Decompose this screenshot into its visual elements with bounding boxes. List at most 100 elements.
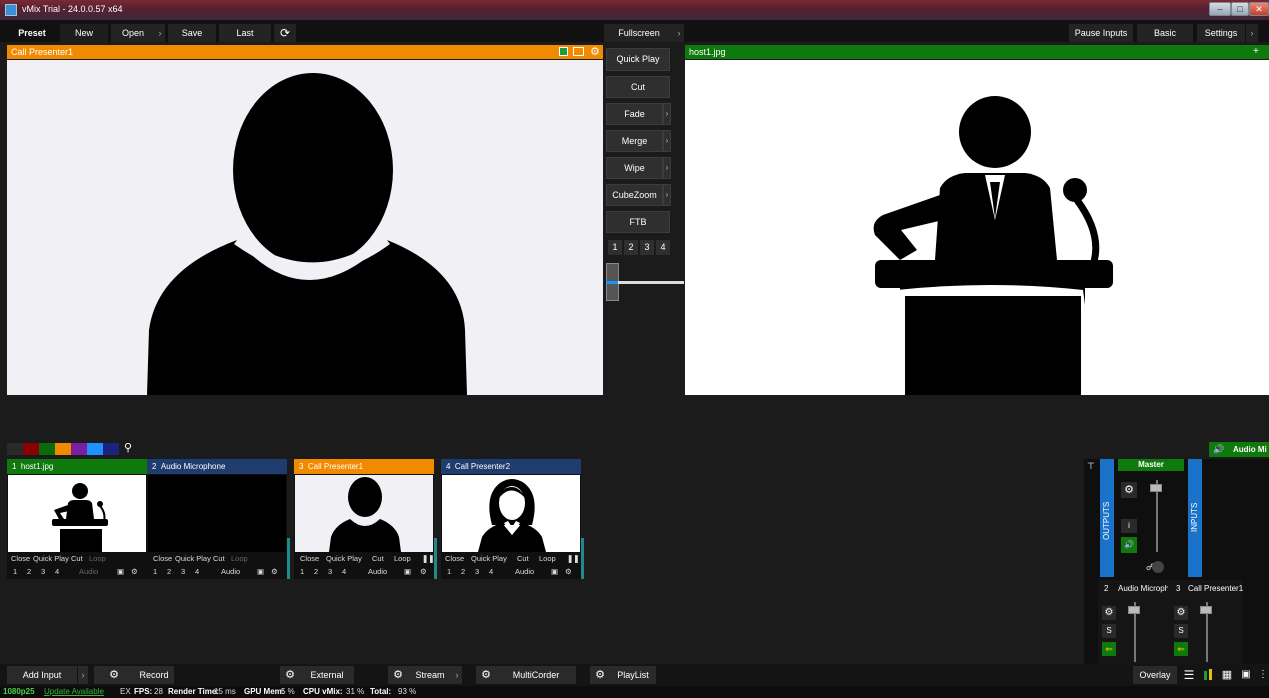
more-icon[interactable]: ⋮ — [1257, 666, 1269, 684]
input-card-2[interactable]: 2 Audio Microphone Close Quick Play Cut … — [147, 459, 287, 579]
audio-mixer-tab[interactable]: 🔊 Audio Mi — [1209, 442, 1269, 457]
speaker-icon[interactable]: 🔊 — [1121, 537, 1137, 553]
cut-button[interactable]: Cut — [71, 554, 83, 563]
transition-1-button[interactable]: 1 — [608, 240, 622, 255]
quick-play-button[interactable]: Quick Play — [175, 554, 211, 563]
output-panel[interactable] — [685, 60, 1269, 395]
audio-button[interactable]: Audio — [368, 567, 387, 576]
overlay-3-button[interactable]: 3 — [41, 567, 45, 576]
save-button[interactable]: Save — [168, 24, 216, 42]
fade-dropdown-icon[interactable]: › — [663, 103, 671, 125]
preset-button[interactable]: Preset — [7, 24, 57, 42]
search-icon[interactable]: ⚲ — [124, 441, 132, 454]
overlay-2-button[interactable]: 2 — [167, 567, 171, 576]
monitor-icon[interactable]: ▣ — [257, 567, 264, 576]
gear-icon[interactable]: ⚙ — [1174, 606, 1188, 620]
overlay-4-button[interactable]: 4 — [342, 567, 346, 576]
input-thumbnail[interactable] — [295, 475, 433, 552]
close-button[interactable]: ✕ — [1249, 2, 1269, 16]
playlist-settings-gear-icon[interactable]: ⚙ — [590, 666, 610, 684]
playlist-button[interactable]: PlayList — [610, 666, 656, 684]
overlay-1-button[interactable]: 1 — [153, 567, 157, 576]
audio-button[interactable]: Audio — [221, 567, 240, 576]
overlay-4-button[interactable]: 4 — [489, 567, 493, 576]
transition-2-button[interactable]: 2 — [624, 240, 638, 255]
swatch-blue[interactable] — [87, 443, 103, 455]
info-button[interactable]: i — [1121, 519, 1137, 533]
stream-button[interactable]: Stream — [408, 666, 452, 684]
record-settings-gear-icon[interactable]: ⚙ — [94, 666, 134, 684]
pause-icon[interactable]: ❚❚ — [567, 554, 580, 563]
overlay-4-button[interactable]: 4 — [195, 567, 199, 576]
layer-icon[interactable] — [573, 47, 584, 56]
overlay-2-button[interactable]: 2 — [314, 567, 318, 576]
channel-fader-handle[interactable] — [1128, 606, 1140, 614]
fullscreen-dropdown-icon[interactable]: › — [674, 24, 684, 42]
external-button[interactable]: External — [300, 666, 354, 684]
close-button[interactable]: Close — [153, 554, 172, 563]
channel-fader-handle[interactable] — [1200, 606, 1212, 614]
loop-button[interactable]: Loop — [89, 554, 106, 563]
monitor-icon[interactable]: ▣ — [551, 567, 558, 576]
cubezoom-dropdown-icon[interactable]: › — [663, 184, 671, 206]
overlay-2-button[interactable]: 2 — [461, 567, 465, 576]
cut-button[interactable]: Cut — [213, 554, 225, 563]
transition-4-button[interactable]: 4 — [656, 240, 670, 255]
route-icon[interactable]: ⇐ — [1174, 642, 1188, 656]
monitor-icon[interactable]: ▣ — [404, 567, 411, 576]
overlay-1-button[interactable]: 1 — [300, 567, 304, 576]
cut-button[interactable]: Cut — [517, 554, 529, 563]
audio-button[interactable]: Audio — [515, 567, 534, 576]
color-key-icon[interactable] — [559, 47, 568, 56]
external-settings-gear-icon[interactable]: ⚙ — [280, 666, 300, 684]
add-input-dropdown-icon[interactable]: › — [78, 666, 88, 684]
loop-button[interactable]: Loop — [394, 554, 411, 563]
cubezoom-button[interactable]: CubeZoom — [606, 184, 663, 206]
last-button[interactable]: Last — [219, 24, 271, 42]
quick-play-button[interactable]: Quick Play — [471, 554, 507, 563]
refresh-icon[interactable]: ⟳ — [274, 24, 296, 42]
gear-icon[interactable]: ⚙ — [131, 567, 138, 576]
open-button[interactable]: Open — [111, 24, 155, 42]
input-card-4[interactable]: 4 Call Presenter2 Close Quick Play Cut L… — [441, 459, 581, 579]
input-card-3[interactable]: 3 Call Presenter1 Close Quick Play Cut L… — [294, 459, 435, 579]
stream-settings-gear-icon[interactable]: ⚙ — [388, 666, 408, 684]
audio-meter-icon[interactable] — [1200, 666, 1216, 684]
settings-dropdown-icon[interactable]: › — [1246, 24, 1258, 42]
overlay-1-button[interactable]: 1 — [13, 567, 17, 576]
pause-inputs-button[interactable]: Pause Inputs — [1069, 24, 1133, 42]
overlay-3-button[interactable]: 3 — [475, 567, 479, 576]
add-input-button[interactable]: Add Input — [7, 666, 77, 684]
overlay-3-button[interactable]: 3 — [328, 567, 332, 576]
swatch-purple[interactable] — [71, 443, 87, 455]
grid-view-icon[interactable]: ▦ — [1219, 666, 1235, 684]
gear-icon[interactable]: ⚙ — [420, 567, 427, 576]
quick-play-button[interactable]: Quick Play — [606, 48, 670, 71]
merge-button[interactable]: Merge — [606, 130, 663, 152]
close-button[interactable]: Close — [445, 554, 464, 563]
minimize-button[interactable]: – — [1209, 2, 1231, 16]
swatch-none[interactable] — [7, 443, 23, 455]
preview-panel[interactable] — [7, 60, 603, 395]
overlay-2-button[interactable]: 2 — [27, 567, 31, 576]
volume-knob[interactable] — [1152, 561, 1164, 573]
wipe-dropdown-icon[interactable]: › — [663, 157, 671, 179]
pin-icon[interactable]: ⊤ — [1087, 461, 1095, 472]
input-thumbnail[interactable] — [442, 475, 580, 552]
quick-play-button[interactable]: Quick Play — [33, 554, 69, 563]
master-fader-handle[interactable] — [1150, 484, 1162, 492]
merge-dropdown-icon[interactable]: › — [663, 130, 671, 152]
swatch-green[interactable] — [39, 443, 55, 455]
audio-button[interactable]: Audio — [79, 567, 98, 576]
fade-button[interactable]: Fade — [606, 103, 663, 125]
ftb-button[interactable]: FTB — [606, 211, 670, 233]
input-thumbnail[interactable] — [148, 475, 286, 552]
close-button[interactable]: Close — [11, 554, 30, 563]
solo-button[interactable]: S — [1102, 624, 1116, 638]
maximize-button[interactable]: □ — [1231, 2, 1249, 16]
loop-button[interactable]: Loop — [539, 554, 556, 563]
gear-icon[interactable]: ⚙ — [565, 567, 572, 576]
settings-button[interactable]: Settings — [1197, 24, 1245, 42]
cut-button[interactable]: Cut — [606, 76, 670, 98]
input-card-1[interactable]: 1 host1.jpg Close Quick Play Cut Loop 1 … — [7, 459, 147, 579]
